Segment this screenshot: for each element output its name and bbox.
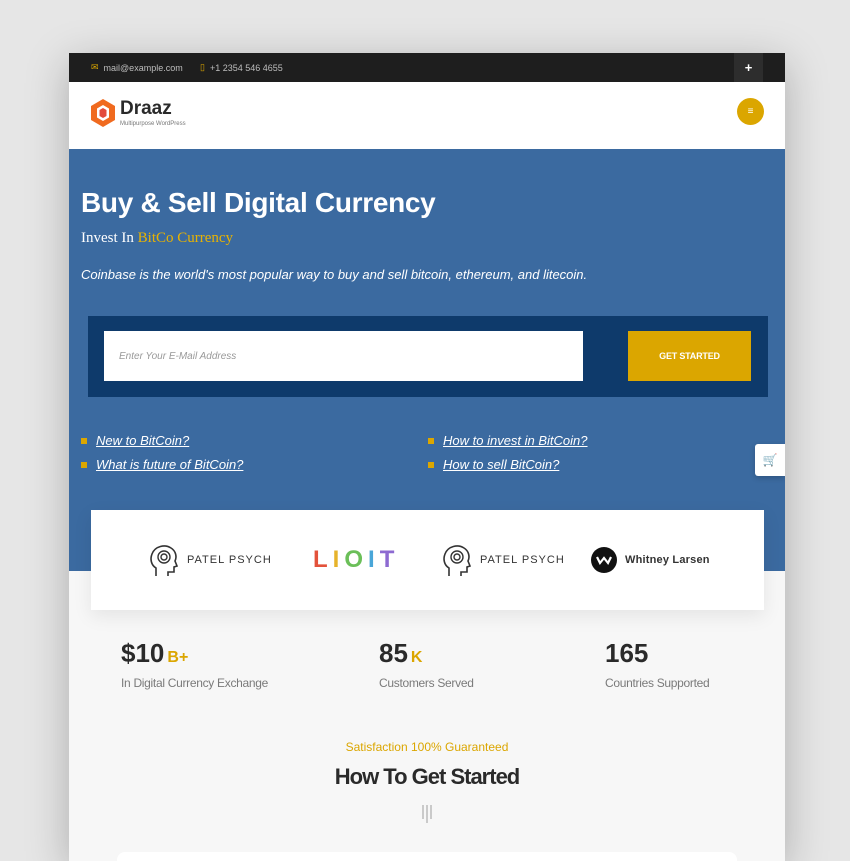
stat-countries: 165 Countries Supported <box>605 638 710 690</box>
head-spiral-icon <box>443 545 472 576</box>
stat-value: 165 <box>605 638 649 668</box>
stat-exchange: $10 B+ In Digital Currency Exchange <box>121 638 268 690</box>
step-card <box>117 852 737 861</box>
stat-suffix: K <box>410 649 423 666</box>
stat-label: Countries Supported <box>605 676 710 690</box>
faq-link[interactable]: How to sell BitCoin? <box>428 457 559 472</box>
client-name: Whitney Larsen <box>625 554 710 566</box>
faq-link[interactable]: What is future of BitCoin? <box>81 457 243 472</box>
hero-description: Coinbase is the world's most popular way… <box>81 267 588 282</box>
client-logos: PATEL PSYCH LIOIT PATEL PSYCH Whitney La… <box>91 510 764 610</box>
topbar-email[interactable]: ✉ mail@example.com <box>91 62 183 73</box>
client-logo: Whitney Larsen <box>590 542 710 578</box>
bullet-icon <box>81 437 87 444</box>
plus-button[interactable]: + <box>734 53 763 82</box>
section-eyebrow: Satisfaction 100% Guaranteed <box>345 740 509 754</box>
stat-label: Customers Served <box>379 676 474 690</box>
envelope-icon: ✉ <box>91 62 99 72</box>
stat-label: In Digital Currency Exchange <box>121 676 269 690</box>
head-spiral-icon <box>150 545 179 576</box>
client-logo: PATEL PSYCH <box>148 542 272 578</box>
hero-subtitle: Invest In BitCo Currency <box>81 230 233 247</box>
hexagon-logo-icon <box>91 99 115 127</box>
client-logo: PATEL PSYCH <box>441 542 565 578</box>
cart-icon: 🛒 <box>762 453 778 467</box>
logo-name: Draaz <box>120 98 172 119</box>
stat-value: $10 <box>121 638 165 668</box>
stat-suffix: B+ <box>167 649 189 666</box>
stat-customers: 85 K Customers Served <box>379 638 474 690</box>
bullet-icon <box>428 437 434 444</box>
signup-form: GET STARTED <box>88 316 768 397</box>
browser-page: ✉ mail@example.com ▯ +1 2354 546 4655 + … <box>69 53 785 861</box>
hero-subtitle-highlight: BitCo Currency <box>137 230 234 246</box>
faq-link[interactable]: How to invest in BitCoin? <box>428 433 588 448</box>
topbar-phone-text: +1 2354 546 4655 <box>209 62 283 73</box>
faq-link-label: How to invest in BitCoin? <box>443 433 588 448</box>
faq-link-label: How to sell BitCoin? <box>443 457 560 472</box>
client-logo: LIOIT <box>313 542 399 578</box>
faq-link-label: New to BitCoin? <box>96 433 190 448</box>
divider-icon <box>422 805 432 823</box>
get-started-button[interactable]: GET STARTED <box>628 331 751 381</box>
client-name: LIOIT <box>313 546 400 573</box>
faq-link-label: What is future of BitCoin? <box>96 457 244 472</box>
site-header: Draaz Multipurpose WordPress ≡ <box>69 82 785 149</box>
topbar-phone[interactable]: ▯ +1 2354 546 4655 <box>200 62 283 73</box>
bullet-icon <box>81 461 87 468</box>
hero-subtitle-prefix: Invest In <box>81 230 138 246</box>
email-input[interactable] <box>104 331 583 381</box>
bullet-icon <box>428 461 434 468</box>
top-bar: ✉ mail@example.com ▯ +1 2354 546 4655 + <box>69 53 785 82</box>
hero-title: Buy & Sell Digital Currency <box>81 187 436 218</box>
wl-badge-icon <box>591 547 617 573</box>
client-name: PATEL PSYCH <box>187 554 272 566</box>
stat-value: 85 <box>379 638 408 668</box>
logo[interactable]: Draaz Multipurpose WordPress <box>90 98 186 128</box>
faq-link[interactable]: New to BitCoin? <box>81 433 189 448</box>
section-heading: How To Get Started <box>334 764 521 789</box>
client-name: PATEL PSYCH <box>480 554 565 566</box>
topbar-email-text: mail@example.com <box>103 62 183 73</box>
hamburger-icon: ≡ <box>747 106 754 117</box>
phone-icon: ▯ <box>200 62 205 72</box>
hero-section: Buy & Sell Digital Currency Invest In Bi… <box>69 149 785 571</box>
hamburger-menu-button[interactable]: ≡ <box>737 98 764 125</box>
logo-tagline: Multipurpose WordPress <box>120 121 186 127</box>
cart-button[interactable]: 🛒 <box>755 444 785 476</box>
